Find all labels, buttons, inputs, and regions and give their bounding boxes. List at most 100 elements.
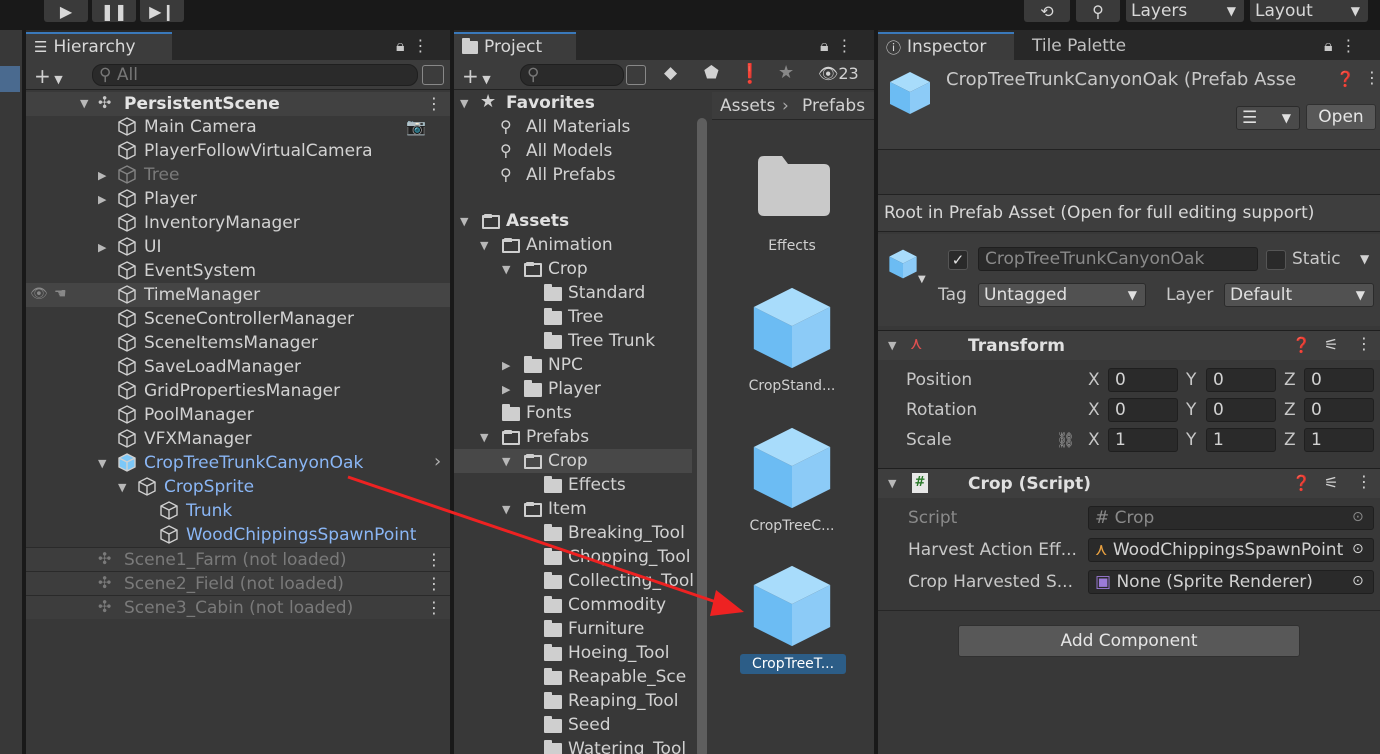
project-folder-item[interactable]: Effects (454, 473, 692, 497)
layers-dropdown[interactable]: Layers ▼ (1126, 0, 1244, 22)
project-folder-item[interactable]: Reaping_Tool (454, 689, 692, 713)
tab-inspector[interactable]: ⓘ Inspector (878, 32, 1014, 60)
tab-hierarchy[interactable]: ☰ Hierarchy (26, 32, 172, 60)
project-folder-item[interactable]: ▶ Player (454, 377, 692, 401)
open-prefab-button[interactable]: Open (1306, 104, 1376, 130)
expand-arrow-icon[interactable]: ▼ (460, 97, 468, 110)
tag-dropdown[interactable]: Untagged ▼ (978, 283, 1146, 307)
expand-arrow-icon[interactable]: ▼ (502, 263, 510, 276)
transform-z-field[interactable]: 0 (1304, 398, 1374, 422)
presets-icon[interactable]: ⚟ (1324, 335, 1338, 354)
help-icon[interactable]: ❓ (1336, 70, 1355, 88)
breadcrumb-prefabs[interactable]: Prefabs (802, 94, 865, 118)
icon-dropdown-caret-icon[interactable]: ▼ (918, 274, 926, 285)
hierarchy-search-input[interactable]: ⚲ All (92, 64, 418, 86)
expand-arrow-icon[interactable]: ▶ (502, 383, 510, 396)
add-object-button[interactable]: + ▼ (34, 64, 63, 88)
hierarchy-item[interactable]: ▶ Player (26, 187, 450, 211)
play-button[interactable]: ▶ (44, 0, 88, 22)
filter-by-label-icon[interactable]: ⬟ (704, 63, 719, 83)
component-menu-icon[interactable]: ⋮ (1356, 472, 1372, 491)
project-folder-item[interactable]: Reapable_Sce (454, 665, 692, 689)
hierarchy-item[interactable]: Main Camera 📷 (26, 115, 450, 139)
layer-dropdown[interactable]: Default ▼ (1224, 283, 1374, 307)
filter-by-type-icon[interactable]: ◆ (664, 63, 677, 83)
favorites-star-icon[interactable]: ★ (778, 62, 794, 83)
project-folder-item[interactable]: ▼ Prefabs (454, 425, 692, 449)
crop-harvested-field[interactable]: ▣ None (Sprite Renderer) (1088, 570, 1374, 594)
favorite-item[interactable]: ⚲ All Models (454, 139, 692, 163)
hierarchy-item[interactable]: 👁 ☚ TimeManager (26, 283, 450, 307)
create-asset-button[interactable]: + ▼ (462, 64, 491, 88)
expand-arrow-icon[interactable]: ▼ (480, 239, 488, 252)
project-folder-item[interactable]: ▼ Crop (454, 449, 692, 473)
hidden-packages-icon[interactable]: 👁︎23 (818, 64, 859, 83)
scene-menu-icon[interactable]: ⋮ (426, 574, 442, 593)
more-menu-icon[interactable]: ⋮ (1364, 68, 1380, 87)
presets-icon[interactable]: ⚟ (1324, 473, 1338, 492)
project-folder-item[interactable]: Chopping_Tool (454, 545, 692, 569)
help-icon[interactable]: ❓ (1292, 474, 1311, 492)
open-prefab-chevron-icon[interactable]: › (434, 451, 441, 472)
expand-arrow-icon[interactable]: ▼ (502, 455, 510, 468)
lock-icon[interactable]: 🔒︎⋮ (820, 36, 861, 56)
project-folder-item[interactable]: Furniture (454, 617, 692, 641)
hierarchy-item[interactable]: EventSystem (26, 259, 450, 283)
tab-tile-palette[interactable]: Tile Palette (1024, 32, 1154, 60)
hierarchy-item[interactable]: ▶ UI (26, 235, 450, 259)
tree-scrollbar[interactable] (697, 118, 707, 754)
static-dropdown-caret-icon[interactable]: ▼ (1360, 252, 1369, 266)
project-folder-item[interactable]: ▼ Assets (454, 209, 692, 233)
favorite-item[interactable]: ⚲ All Materials (454, 115, 692, 139)
layout-dropdown[interactable]: Layout ▼ (1250, 0, 1368, 22)
history-button[interactable]: ⟲ (1024, 0, 1070, 22)
grid-folder-item[interactable]: Effects (730, 150, 854, 278)
object-picker-icon[interactable]: ⊙ (1352, 541, 1364, 557)
search-by-type-icon[interactable] (626, 65, 646, 85)
search-button[interactable]: ⚲ (1076, 0, 1120, 22)
hierarchy-item[interactable]: ▼ CropTreeTrunkCanyonOak › (26, 451, 450, 475)
hierarchy-item[interactable]: PoolManager (26, 403, 450, 427)
object-picker-icon[interactable]: ⊙ (1352, 573, 1364, 589)
project-folder-item[interactable]: Fonts (454, 401, 692, 425)
expand-arrow-icon[interactable]: ▶ (98, 169, 106, 182)
transform-x-field[interactable]: 1 (1108, 428, 1178, 452)
active-checkbox[interactable]: ✓ (948, 250, 968, 270)
grid-prefab-item[interactable]: CropStand... (730, 284, 854, 412)
static-checkbox[interactable] (1266, 250, 1286, 270)
project-folder-item[interactable]: Commodity (454, 593, 692, 617)
hierarchy-item[interactable]: ▼ CropSprite (26, 475, 450, 499)
expand-arrow-icon[interactable]: ▶ (502, 359, 510, 372)
prefab-options-dropdown[interactable]: ☰ ▼ (1236, 106, 1300, 130)
hierarchy-item[interactable]: InventoryManager (26, 211, 450, 235)
transform-header[interactable]: ▼ ⋏ Transform ❓ ⚟ ⋮ (878, 330, 1380, 360)
foldout-arrow-icon[interactable]: ▼ (888, 477, 896, 490)
transform-z-field[interactable]: 0 (1304, 368, 1374, 392)
project-folder-item[interactable]: ▼ Item (454, 497, 692, 521)
project-folder-item[interactable]: Standard (454, 281, 692, 305)
hierarchy-item[interactable]: GridPropertiesManager (26, 379, 450, 403)
scene-menu-icon[interactable]: ⋮ (426, 94, 442, 113)
gameobject-cube-icon[interactable] (888, 248, 918, 280)
hierarchy-item[interactable]: SceneItemsManager (26, 331, 450, 355)
grid-prefab-item[interactable]: CropTreeC... (730, 424, 854, 552)
tab-project[interactable]: Project (454, 32, 576, 60)
project-folder-item[interactable]: ▶ NPC (454, 353, 692, 377)
scene-header-unloaded[interactable]: ✣ Scene3_Cabin (not loaded) ⋮ (26, 595, 450, 619)
scene-menu-icon[interactable]: ⋮ (426, 598, 442, 617)
favorites-header[interactable]: ▼ ★ Favorites (454, 91, 692, 115)
project-folder-item[interactable]: Collecting_Tool (454, 569, 694, 593)
component-menu-icon[interactable]: ⋮ (1356, 334, 1372, 353)
scene-menu-icon[interactable]: ⋮ (426, 550, 442, 569)
expand-arrow-icon[interactable]: ▶ (98, 193, 106, 206)
constrain-proportions-icon[interactable]: ⛓ (1056, 431, 1075, 449)
hierarchy-item[interactable]: ▶ Tree (26, 163, 450, 187)
foldout-arrow-icon[interactable]: ▼ (888, 339, 896, 352)
project-folder-item[interactable]: Tree (454, 305, 692, 329)
lock-icon[interactable]: 🔒︎⋮ (396, 36, 437, 56)
scene-header-persistent[interactable]: ▼ ✣ PersistentScene ⋮ (26, 92, 450, 116)
breadcrumb-assets[interactable]: Assets (720, 94, 775, 118)
project-folder-item[interactable]: ▼ Crop (454, 257, 692, 281)
project-folder-item[interactable]: Tree Trunk (454, 329, 692, 353)
scene-header-unloaded[interactable]: ✣ Scene2_Field (not loaded) ⋮ (26, 571, 450, 595)
